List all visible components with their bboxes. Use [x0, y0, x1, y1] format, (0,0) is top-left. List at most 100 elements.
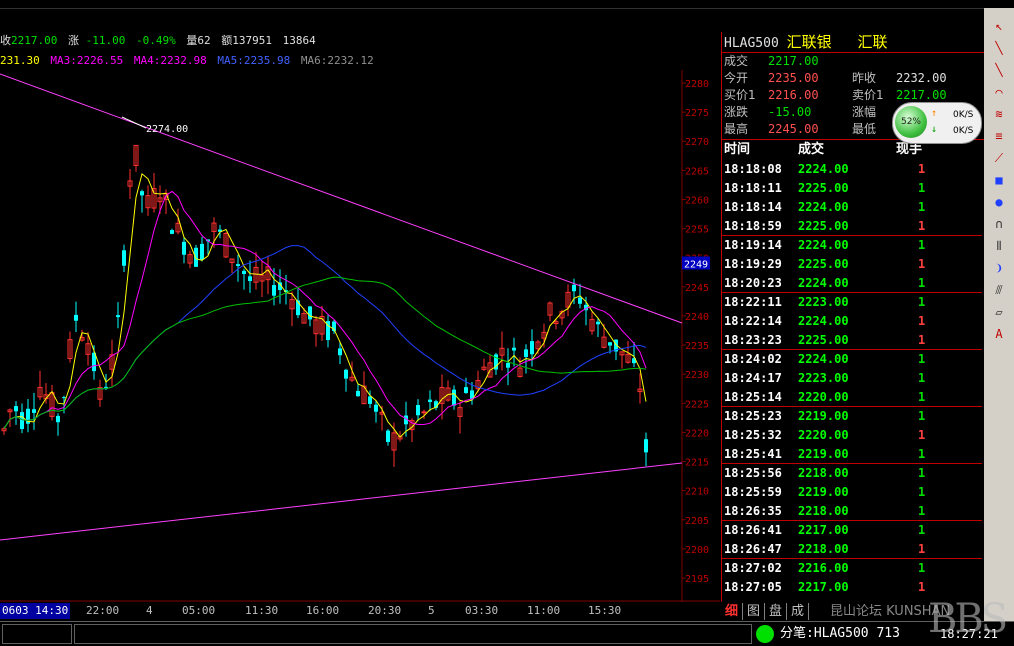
trade-row[interactable]: 18:25:32 2220.00 1 — [724, 426, 982, 445]
trade-row[interactable]: 18:18:11 2225.00 1 — [724, 179, 982, 198]
trade-qty: 1 — [918, 181, 926, 195]
trade-row[interactable]: 18:18:59 2225.00 1 — [724, 217, 982, 236]
trade-time: 18:19:29 — [724, 257, 782, 271]
quote-value: 2216.00 — [768, 88, 819, 102]
tab-detail[interactable]: 细 — [721, 603, 744, 620]
fib-tool-icon[interactable]: ⫻ — [991, 282, 1007, 298]
upload-arrow-icon: ↑ — [931, 108, 938, 119]
y-tick-label: 2225 — [685, 399, 709, 410]
pointer-tool-icon[interactable]: ↖ — [991, 18, 1007, 34]
candle-body — [374, 404, 378, 412]
trade-qty: 1 — [918, 371, 926, 385]
ellipse-tool-icon[interactable]: ● — [991, 194, 1007, 210]
trade-qty: 1 — [918, 504, 926, 518]
change-pct: -0.49% — [135, 34, 176, 47]
quote-title: HLAG500 汇联银 汇联 — [724, 32, 887, 52]
gann-tool-icon[interactable]: ⟋ — [991, 150, 1007, 166]
price-chart[interactable]: 2280227522702265226022552250224522402235… — [0, 70, 720, 602]
trade-row[interactable]: 18:25:59 2219.00 1 — [724, 483, 982, 502]
trade-price: 2218.00 — [798, 504, 849, 518]
y-tick-label: 2275 — [685, 108, 709, 119]
ma4-label: MA4: — [133, 54, 161, 67]
change-value: -11.00 — [85, 34, 126, 47]
trade-qty: 1 — [918, 580, 926, 594]
arrow-tool-icon[interactable]: ❩ — [991, 260, 1007, 276]
trade-row[interactable]: 18:27:05 2217.00 1 — [724, 578, 982, 597]
trade-row[interactable]: 18:20:23 2224.00 1 — [724, 274, 982, 293]
high-annotation-leader — [121, 116, 147, 129]
trade-list[interactable]: 18:18:08 2224.00 1 18:18:11 2225.00 1 18:18:14… — [722, 160, 984, 602]
trade-price: 2224.00 — [798, 200, 849, 214]
cycle-tool-icon[interactable]: ∩ — [991, 216, 1007, 232]
trade-row[interactable]: 18:25:41 2219.00 1 — [724, 445, 982, 464]
trade-time: 18:18:14 — [724, 200, 782, 214]
channel-tool-icon[interactable]: ≡ — [991, 128, 1007, 144]
candle-body — [56, 415, 60, 423]
trade-price: 2224.00 — [798, 352, 849, 366]
fan-tool-icon[interactable]: ≋ — [991, 106, 1007, 122]
eraser-tool-icon[interactable]: ▱ — [991, 304, 1007, 320]
trade-price: 2225.00 — [798, 181, 849, 195]
y-tick-label: 2265 — [685, 166, 709, 177]
trade-row[interactable]: 18:25:56 2218.00 1 — [724, 464, 982, 483]
candle-body — [140, 191, 144, 196]
candle-body — [356, 390, 360, 397]
tab-trades[interactable]: 成 — [787, 603, 810, 620]
status-cell-2 — [74, 624, 752, 644]
trade-qty: 1 — [918, 314, 926, 328]
candle-body — [116, 315, 120, 318]
trade-row[interactable]: 18:19:14 2224.00 1 — [724, 236, 982, 255]
x-tick-label: 0603 14:30 — [0, 603, 71, 619]
trade-qty: 1 — [918, 352, 926, 366]
trade-row[interactable]: 18:27:02 2216.00 1 — [724, 559, 982, 578]
trade-row[interactable]: 18:18:08 2224.00 1 — [724, 160, 982, 179]
trade-row[interactable]: 18:22:14 2224.00 1 — [724, 312, 982, 331]
trade-time: 18:25:41 — [724, 447, 782, 461]
arc-tool-icon[interactable]: ⌒ — [991, 84, 1007, 100]
network-percent-ball: 52% — [895, 106, 927, 138]
ma5-value: 2235.98 — [243, 54, 291, 67]
trade-qty: 1 — [918, 219, 926, 233]
line-tool-icon[interactable]: ╲ — [991, 40, 1007, 56]
trade-row[interactable]: 18:26:41 2217.00 1 — [724, 521, 982, 540]
trade-row[interactable]: 18:22:11 2223.00 1 — [724, 293, 982, 312]
network-speed-widget[interactable]: 52% ↑ ↓ 0K/S 0K/S — [892, 102, 982, 144]
trend-line-upper — [0, 73, 683, 324]
trade-time: 18:20:23 — [724, 276, 782, 290]
trade-row[interactable]: 18:25:23 2219.00 1 — [724, 407, 982, 426]
ray-tool-icon[interactable]: ╲ — [991, 62, 1007, 78]
quote-value: 2235.00 — [768, 71, 819, 85]
trade-qty: 1 — [918, 428, 926, 442]
candle-body — [506, 362, 510, 368]
candle-body — [572, 284, 576, 292]
trade-row[interactable]: 18:19:29 2225.00 1 — [724, 255, 982, 274]
trade-row[interactable]: 18:18:14 2224.00 1 — [724, 198, 982, 217]
ma4-value: 2232.98 — [160, 54, 207, 67]
tab-market[interactable]: 盘 — [765, 603, 788, 620]
trade-row[interactable]: 18:25:14 2220.00 1 — [724, 388, 982, 407]
candle-body — [386, 430, 390, 442]
drawing-toolbar: ↖ ╲ ╲ ⌒ ≋ ≡ ⟋ ■ ● ∩ ⦀ ❩ ⫻ ▱ A — [984, 8, 1014, 645]
text-tool-icon[interactable]: A — [991, 326, 1007, 342]
symbol: HLAG500 — [724, 36, 779, 51]
quote-label: 今开 — [724, 71, 749, 85]
trade-row[interactable]: 18:24:02 2224.00 1 — [724, 350, 982, 369]
trade-time: 18:18:11 — [724, 181, 782, 195]
trade-row[interactable]: 18:26:35 2218.00 1 — [724, 502, 982, 521]
candle-body — [14, 406, 18, 412]
x-axis: 0603 14:30 22:00 4 05:00 11:30 16:00 20:30 5 03:… — [0, 603, 720, 619]
candle-body — [338, 348, 342, 356]
tab-chart[interactable]: 图 — [743, 603, 766, 620]
trade-row[interactable]: 18:23:23 2225.00 1 — [724, 331, 982, 350]
parallel-tool-icon[interactable]: ⦀ — [991, 238, 1007, 254]
trade-time: 18:25:56 — [724, 466, 782, 480]
trade-row[interactable]: 18:26:47 2218.00 1 — [724, 540, 982, 559]
rect-tool-icon[interactable]: ■ — [991, 172, 1007, 188]
trade-qty: 1 — [918, 523, 926, 537]
quote-label: 最高 — [724, 122, 749, 136]
trade-qty: 1 — [918, 485, 926, 499]
trade-row[interactable]: 18:24:17 2223.00 1 — [724, 369, 982, 388]
trade-price: 2225.00 — [798, 219, 849, 233]
trade-price: 2224.00 — [798, 314, 849, 328]
y-tick-label: 2215 — [685, 458, 709, 469]
